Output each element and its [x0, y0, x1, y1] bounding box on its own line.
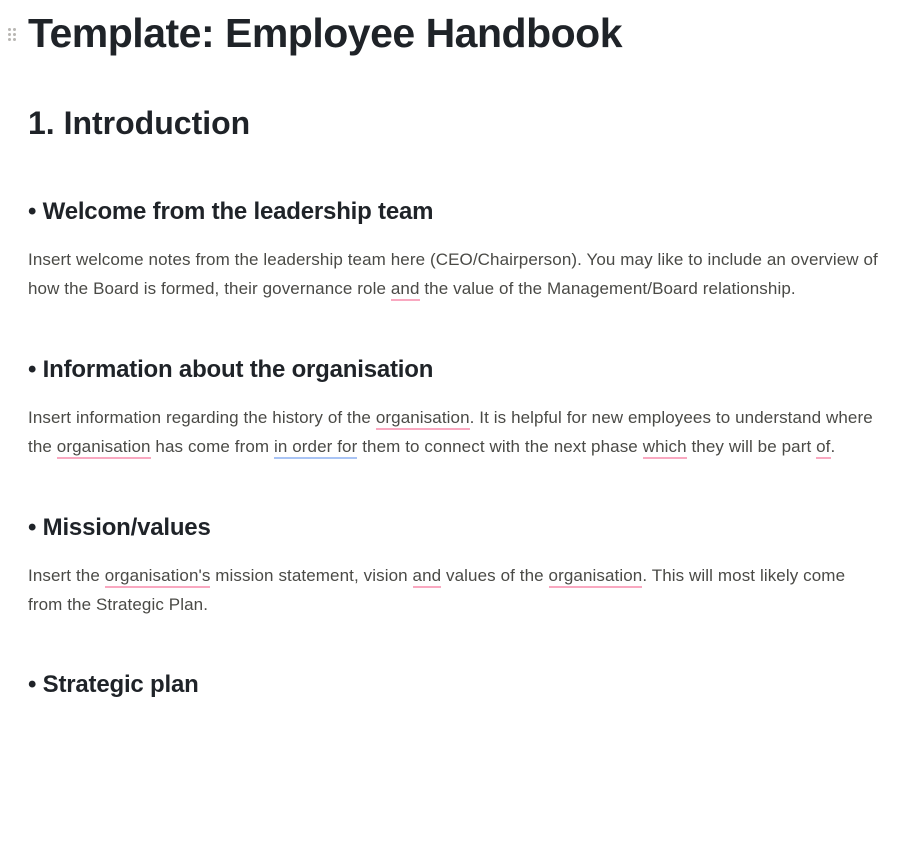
heading-text: Introduction: [64, 105, 251, 141]
bullet-icon: •: [28, 356, 36, 383]
heading-number: 1.: [28, 105, 55, 141]
text: Insert the: [28, 566, 105, 585]
text: them to connect with the next phase: [357, 437, 642, 456]
grammar-underline[interactable]: and: [391, 279, 420, 301]
paragraph-mission[interactable]: Insert the organisation's mission statem…: [28, 562, 879, 620]
drag-handle-icon[interactable]: [8, 28, 16, 41]
subheading-welcome[interactable]: • Welcome from the leadership team: [28, 198, 879, 226]
subheading-text: Welcome from the leadership team: [43, 198, 434, 225]
grammar-underline[interactable]: which: [643, 437, 687, 459]
grammar-underline[interactable]: organisation: [376, 408, 470, 430]
subheading-about[interactable]: • Information about the organisation: [28, 356, 879, 384]
subheading-text: Strategic plan: [43, 671, 199, 698]
heading-introduction[interactable]: 1. Introduction: [28, 105, 879, 142]
paragraph-about[interactable]: Insert information regarding the history…: [28, 404, 879, 462]
text: the value of the Management/Board relati…: [420, 279, 796, 298]
page-title[interactable]: Template: Employee Handbook: [28, 10, 879, 57]
subheading-strategic[interactable]: • Strategic plan: [28, 671, 879, 699]
text: they will be part: [687, 437, 816, 456]
text: values of the: [441, 566, 548, 585]
subheading-text: Information about the organisation: [43, 356, 434, 383]
text: mission statement, vision: [210, 566, 412, 585]
grammar-underline[interactable]: of: [816, 437, 830, 459]
text: has come from: [151, 437, 274, 456]
paragraph-welcome[interactable]: Insert welcome notes from the leadership…: [28, 246, 879, 304]
bullet-icon: •: [28, 671, 36, 698]
grammar-underline[interactable]: and: [413, 566, 442, 588]
grammar-underline[interactable]: organisation's: [105, 566, 211, 588]
subheading-text: Mission/values: [43, 514, 211, 541]
grammar-underline[interactable]: organisation: [57, 437, 151, 459]
subheading-mission[interactable]: • Mission/values: [28, 514, 879, 542]
text: Insert information regarding the history…: [28, 408, 376, 427]
document-page: Template: Employee Handbook 1. Introduct…: [0, 0, 907, 699]
bullet-icon: •: [28, 198, 36, 225]
bullet-icon: •: [28, 514, 36, 541]
grammar-underline[interactable]: organisation: [549, 566, 643, 588]
text: .: [831, 437, 836, 456]
grammar-underline[interactable]: in order for: [274, 437, 357, 459]
